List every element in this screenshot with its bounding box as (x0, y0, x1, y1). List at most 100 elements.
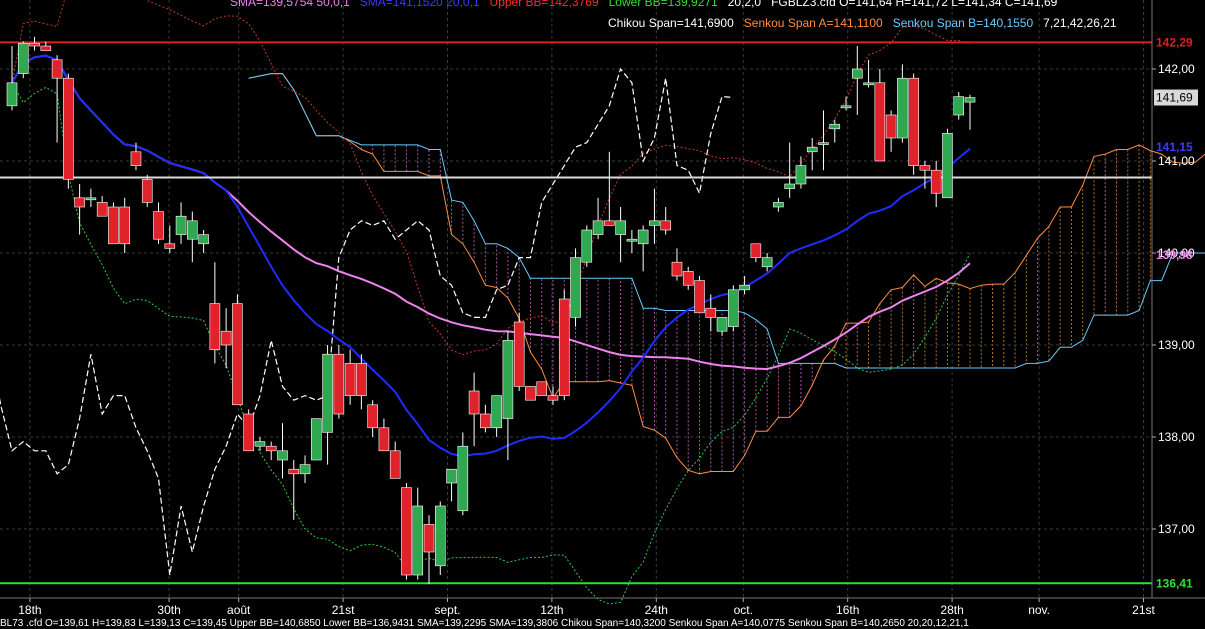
candle-bear (423, 524, 435, 553)
chart-background (0, 0, 1205, 628)
candle-bear (29, 42, 40, 47)
candle-bull (6, 82, 18, 107)
price-chart: 142,00141,00140,00139,00138,00137,00142,… (0, 0, 1205, 628)
candle-bull (85, 197, 97, 201)
candle-bull (175, 215, 187, 235)
candle-bull (649, 220, 660, 226)
candle-bear (908, 77, 919, 166)
price-tick-label: 137,00 (1158, 522, 1195, 536)
candle-bull (953, 96, 965, 116)
candle-bear (919, 165, 931, 171)
price-tick-label: 141,00 (1158, 154, 1195, 168)
candle-bear (232, 303, 243, 406)
time-tick-label: 21st (332, 603, 355, 617)
price-label: 142,29 (1156, 35, 1193, 49)
time-tick-label: sept. (434, 603, 460, 617)
candle-bull (615, 220, 626, 235)
candle-bull (840, 105, 852, 109)
price-tick-label: 138,00 (1158, 430, 1195, 444)
candle-bear (378, 427, 390, 452)
time-tick-label: 21st (1132, 603, 1155, 617)
candle-bear (130, 151, 142, 166)
legend-item: Chikou Span=141,6900 (608, 16, 734, 30)
candle-bull (412, 505, 424, 576)
candle-bear (74, 197, 85, 208)
candle-bull (434, 505, 446, 567)
legend-item: 7,21,42,26,21 (1043, 16, 1117, 30)
candle-bear (671, 261, 683, 277)
candle-bull (773, 202, 784, 208)
candle-bull (570, 257, 581, 318)
indicator-legend-row2: Chikou Span=141,6900 Senkou Span A=141,11… (608, 16, 1127, 30)
candle-bear (108, 206, 119, 245)
legend-item: Senkou Span B=140,1550 (892, 16, 1034, 30)
candle-bear (40, 45, 52, 51)
time-tick-label: 16th (836, 603, 859, 617)
candle-bear (164, 243, 176, 249)
candle-bear (220, 330, 232, 346)
candle-bear (682, 271, 694, 286)
legend-item: SMA=139,5754 50,0,1 (230, 0, 350, 9)
candle-bull (254, 441, 266, 447)
legend-item: Lower BB=139,9271 (608, 0, 718, 9)
candle-bull (299, 464, 311, 475)
candle-bull (829, 123, 841, 130)
price-label: 141,69 (1156, 91, 1193, 105)
price-label: 136,41 (1156, 576, 1193, 590)
candle-bull (795, 165, 807, 185)
time-tick-label: 30th (157, 603, 180, 617)
candle-bear (547, 395, 559, 401)
candle-bull (446, 468, 457, 484)
candle-bear (750, 243, 762, 258)
footer-status-text: BL73 .cfd O=139,61 H=139,83 L=139,13 C=1… (0, 618, 969, 629)
candle-bull (739, 284, 750, 291)
candle-bear (885, 114, 897, 139)
candle-bear (468, 390, 480, 415)
candle-bull (277, 450, 288, 461)
time-tick-label: 18th (18, 603, 41, 617)
time-tick-label: 24th (645, 603, 668, 617)
candle-bear (705, 307, 717, 318)
candle-bull (311, 418, 322, 461)
candle-bear (288, 468, 300, 475)
candle-bear (243, 413, 254, 452)
candle-bear (389, 450, 401, 479)
candle-bull (728, 289, 739, 327)
candle-bull (964, 97, 976, 103)
candle-bull (592, 220, 604, 235)
candle-bull (17, 42, 29, 74)
candle-bear (480, 413, 491, 429)
price-tick-label: 142,00 (1158, 62, 1195, 76)
candle-bear (96, 202, 108, 217)
candle-bull (942, 133, 953, 199)
price-tick-label: 139,00 (1158, 338, 1195, 352)
legend-item: SMA=141,1520 20,0,1 (359, 0, 480, 9)
candle-bear (265, 445, 277, 452)
candle-bear (63, 77, 74, 180)
candle-bear (694, 280, 705, 314)
candle-bull (784, 183, 795, 189)
candle-bull (626, 238, 638, 242)
candle-bull (322, 353, 333, 433)
indicator-legend-row1: SMA=139,5754 50,0,1 SMA=141,1520 20,0,1 Up… (230, 0, 1067, 9)
time-tick-label: nov. (1028, 603, 1050, 617)
candle-bull (851, 68, 863, 79)
candle-bear (604, 220, 615, 226)
candle-bear (525, 386, 536, 401)
candle-bull (581, 229, 593, 263)
candle-bear (333, 353, 345, 415)
candle-bear (209, 303, 221, 350)
time-tick-label: août (227, 603, 251, 617)
candle-bear (119, 206, 131, 245)
candle-bull (806, 146, 818, 153)
candle-bull (502, 340, 514, 419)
time-tick-label: oct. (734, 603, 753, 617)
candle-bull (637, 229, 649, 245)
candle-bear (558, 298, 570, 396)
candle-bull (716, 317, 728, 332)
candle-bear (536, 381, 548, 396)
candle-bull (457, 445, 469, 511)
candle-bear (513, 321, 525, 387)
time-tick-label: 28th (940, 603, 963, 617)
legend-item: 20,2,0 (727, 0, 762, 9)
